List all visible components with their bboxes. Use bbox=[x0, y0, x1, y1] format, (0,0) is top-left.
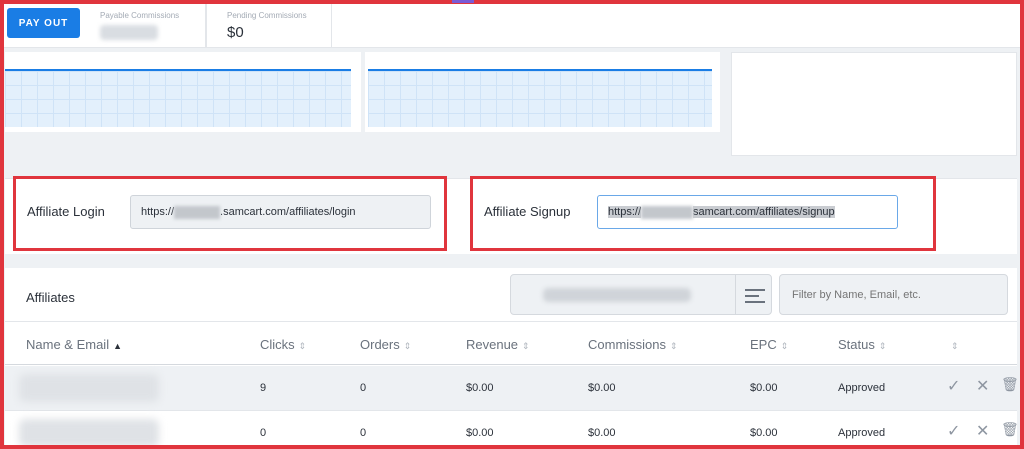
reject-x-icon[interactable]: ✕ bbox=[976, 421, 989, 441]
row-status: Approved bbox=[838, 427, 886, 439]
login-url-suffix: .samcart.com/affiliates/login bbox=[220, 206, 356, 218]
row-clicks: 9 bbox=[260, 382, 267, 394]
pending-commissions-value: $0 bbox=[227, 24, 244, 41]
row-commissions: $0.00 bbox=[588, 382, 616, 394]
pending-commissions-stat: Pending Commissions $0 bbox=[206, 0, 332, 48]
affiliate-name-redacted bbox=[19, 419, 159, 447]
affiliate-login-label: Affiliate Login bbox=[27, 204, 105, 219]
delete-trash-icon[interactable]: 🗑 bbox=[1001, 421, 1019, 438]
segment-value-redacted bbox=[543, 288, 691, 302]
column-header-orders[interactable]: Orders ⇕ bbox=[360, 337, 411, 352]
sort-icon: ⇕ bbox=[780, 341, 789, 351]
row-revenue: $0.00 bbox=[466, 382, 494, 394]
payable-commissions-value-redacted bbox=[100, 25, 158, 40]
column-header-actions[interactable]: ⇕ bbox=[947, 337, 959, 352]
sort-icon: ⇕ bbox=[298, 341, 307, 351]
affiliate-signup-url-field[interactable]: https:// samcart.com/affiliates/signup bbox=[597, 195, 898, 229]
column-header-epc[interactable]: EPC ⇕ bbox=[750, 337, 788, 352]
segment-divider bbox=[735, 275, 736, 314]
affiliate-signup-label: Affiliate Signup bbox=[484, 204, 571, 219]
chart-panel-clicks bbox=[5, 52, 361, 132]
sort-icon: ⇕ bbox=[403, 341, 412, 351]
column-header-revenue[interactable]: Revenue ⇕ bbox=[466, 337, 530, 352]
chart-panel-revenue bbox=[731, 52, 1017, 156]
row-commissions: $0.00 bbox=[588, 427, 616, 439]
approve-check-icon[interactable]: ✓ bbox=[947, 421, 960, 441]
affiliate-name-redacted bbox=[19, 374, 159, 402]
affiliate-segment-select[interactable] bbox=[510, 274, 772, 315]
affiliates-section: Affiliates Name & Email▲ Clicks⇕ Orders⇕… bbox=[5, 268, 1019, 449]
row-epc: $0.00 bbox=[750, 382, 778, 394]
sort-icon: ⇕ bbox=[878, 341, 887, 351]
sort-asc-icon: ▲ bbox=[113, 341, 122, 351]
row-orders: 0 bbox=[360, 427, 367, 439]
sort-icon: ⇕ bbox=[522, 341, 530, 351]
row-epc: $0.00 bbox=[750, 427, 778, 439]
reject-x-icon[interactable]: ✕ bbox=[976, 376, 989, 396]
sort-icon: ⇕ bbox=[951, 341, 959, 351]
chart-panel-orders bbox=[365, 52, 720, 132]
chart-area bbox=[5, 69, 351, 127]
column-settings-icon[interactable] bbox=[745, 287, 765, 303]
approve-check-icon[interactable]: ✓ bbox=[947, 376, 960, 396]
sort-icon: ⇕ bbox=[670, 341, 678, 351]
table-row[interactable]: 9 0 $0.00 $0.00 $0.00 Approved ✓ ✕ 🗑 bbox=[5, 366, 1019, 411]
signup-url-prefix: https:// bbox=[608, 206, 642, 218]
row-clicks: 0 bbox=[260, 427, 267, 439]
table-row[interactable]: 0 0 $0.00 $0.00 $0.00 Approved ✓ ✕ 🗑 bbox=[5, 411, 1019, 449]
top-accent-mark bbox=[452, 0, 474, 3]
affiliate-filter-input[interactable] bbox=[779, 274, 1008, 315]
payable-commissions-label: Payable Commissions bbox=[100, 11, 180, 20]
login-url-redacted bbox=[174, 205, 221, 219]
login-url-prefix: https:// bbox=[141, 206, 175, 218]
column-header-clicks[interactable]: Clicks ⇕ bbox=[260, 337, 306, 352]
signup-url-redacted bbox=[641, 205, 694, 219]
column-header-status[interactable]: Status ⇕ bbox=[838, 337, 886, 352]
chart-area bbox=[368, 69, 712, 127]
affiliates-title: Affiliates bbox=[26, 290, 75, 305]
table-header: Name & Email ▲ Clicks ⇕ Orders ⇕ Revenue ⇕ C… bbox=[5, 321, 1017, 365]
stats-bar: PAY OUT Payable Commissions Pending Comm… bbox=[0, 0, 1024, 48]
pending-commissions-label: Pending Commissions bbox=[227, 11, 307, 20]
row-revenue: $0.00 bbox=[466, 427, 494, 439]
row-status: Approved bbox=[838, 382, 886, 394]
delete-trash-icon[interactable]: 🗑 bbox=[1001, 376, 1019, 393]
signup-url-suffix: samcart.com/affiliates/signup bbox=[693, 206, 835, 218]
column-header-commissions[interactable]: Commissions ⇕ bbox=[588, 337, 678, 352]
column-header-name[interactable]: Name & Email ▲ bbox=[26, 337, 122, 352]
pay-out-button[interactable]: PAY OUT bbox=[7, 8, 80, 38]
payable-commissions-stat: Payable Commissions bbox=[100, 0, 206, 48]
affiliate-login-url-field[interactable]: https:// .samcart.com/affiliates/login bbox=[130, 195, 431, 229]
row-orders: 0 bbox=[360, 382, 367, 394]
